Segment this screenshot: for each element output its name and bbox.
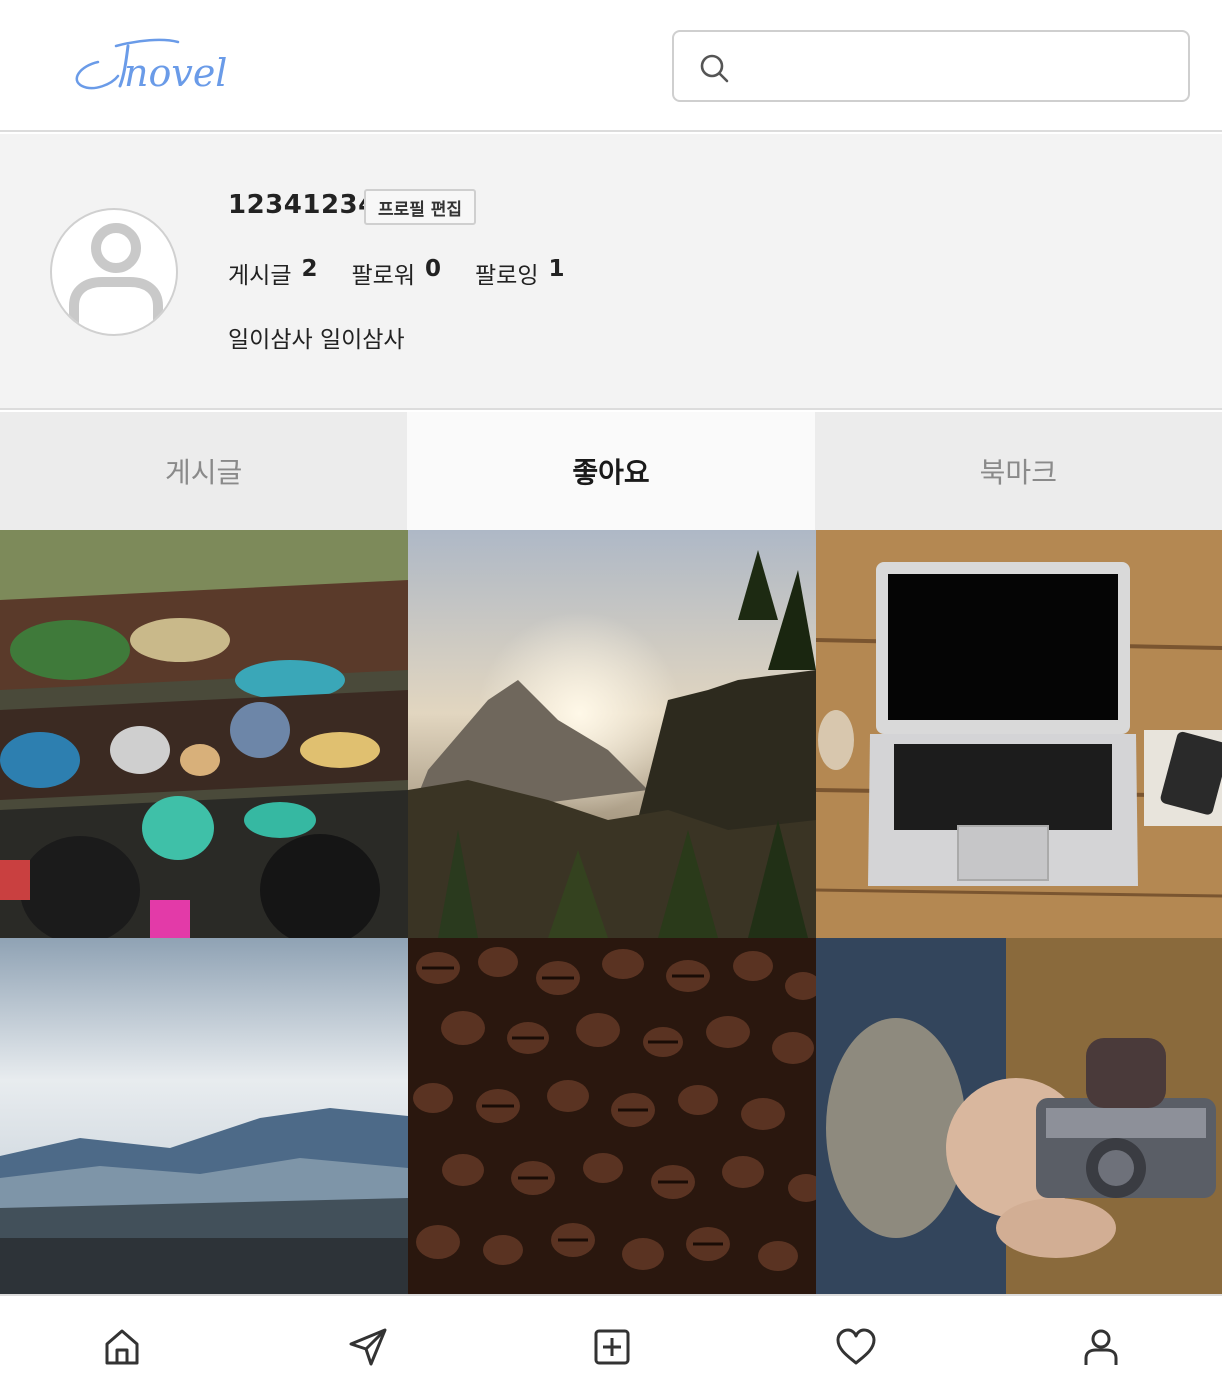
stat-followers-label: 팔로워 (351, 263, 415, 289)
bottom-nav (0, 1294, 1222, 1390)
search-icon (700, 54, 729, 83)
search-input[interactable] (744, 42, 1174, 92)
profile-stats: 게시글 2 팔로워 0 팔로잉 1 (228, 256, 565, 290)
nav-send[interactable] (347, 1326, 389, 1368)
stat-followers[interactable]: 팔로워 0 (352, 256, 442, 290)
camera-hands-photo[interactable] (816, 938, 1222, 1294)
top-header: novel (0, 0, 1222, 132)
heart-icon (836, 1328, 876, 1365)
profile-bio: 일이삼사 일이삼사 (228, 327, 405, 353)
stat-posts-label: 게시글 (228, 263, 292, 289)
nav-likes[interactable] (835, 1326, 877, 1368)
nav-add-post[interactable] (591, 1326, 633, 1368)
stat-posts-count: 2 (301, 256, 318, 282)
mountain-sunset-photo[interactable] (408, 530, 816, 938)
stat-following-label: 팔로잉 (475, 263, 539, 289)
profile-username: 12341234 (228, 190, 377, 220)
default-avatar-icon (69, 223, 163, 334)
profile-tabs: 게시글 좋아요 북마크 (0, 412, 1222, 530)
stat-posts[interactable]: 게시글 2 (228, 256, 318, 290)
send-icon (349, 1328, 387, 1366)
nav-profile[interactable] (1080, 1326, 1122, 1368)
photo-grid (0, 530, 1222, 1294)
profile-section: 12341234 프로필 편집 게시글 2 팔로워 0 팔로잉 1 일이삼사 일… (0, 134, 1222, 410)
laptop-desk-photo[interactable] (816, 530, 1222, 938)
home-icon (105, 1329, 139, 1365)
stat-following[interactable]: 팔로잉 1 (475, 256, 565, 290)
stat-followers-count: 0 (424, 256, 441, 282)
tab-bookmarks[interactable]: 북마크 (814, 412, 1222, 530)
svg-text:novel: novel (124, 51, 227, 95)
floating-market-photo[interactable] (0, 530, 408, 938)
tnovel-logo[interactable]: novel (68, 32, 238, 100)
coffee-beans-photo[interactable] (408, 938, 816, 1294)
misty-mountains-photo[interactable] (0, 938, 408, 1294)
nav-home[interactable] (101, 1326, 143, 1368)
tab-likes[interactable]: 좋아요 (407, 412, 815, 530)
avatar[interactable] (50, 208, 178, 336)
search-bar[interactable] (672, 30, 1190, 102)
edit-profile-button[interactable]: 프로필 편집 (364, 189, 476, 225)
tab-posts[interactable]: 게시글 (0, 412, 408, 530)
add-post-icon (594, 1329, 630, 1365)
profile-icon (1084, 1329, 1118, 1365)
stat-following-count: 1 (548, 256, 565, 282)
